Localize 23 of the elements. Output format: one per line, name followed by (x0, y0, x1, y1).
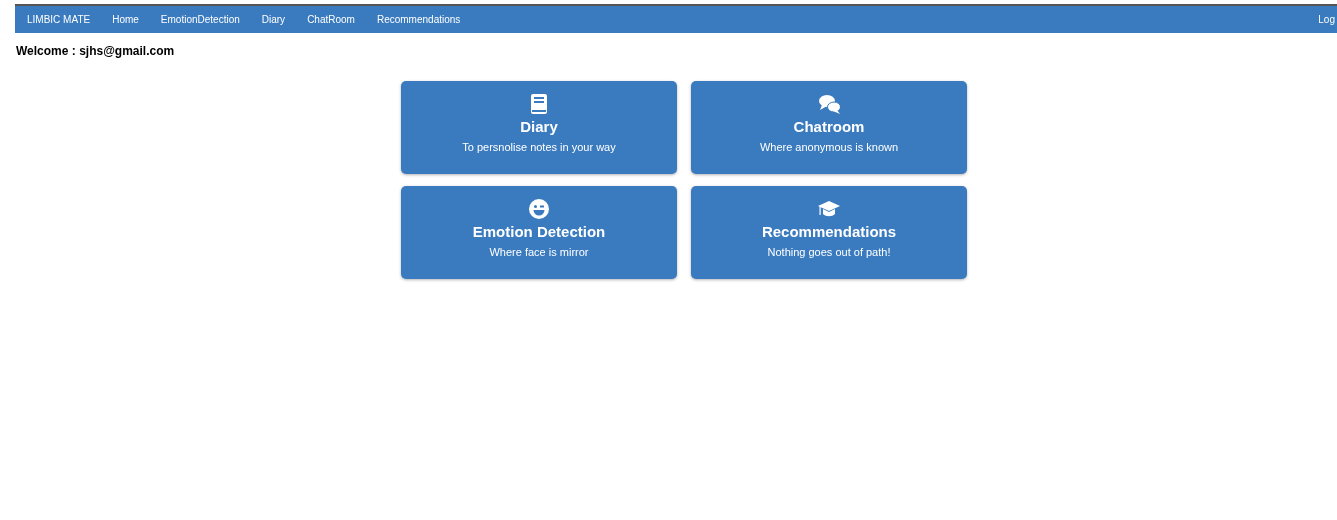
welcome-text: Welcome : sjhs@gmail.com (16, 44, 175, 58)
brand-link[interactable]: LIMBIC MATE (27, 14, 91, 25)
card-subtitle: Where anonymous is known (759, 141, 899, 153)
feature-card[interactable]: Diary To persnolise notes in your way (401, 81, 677, 174)
card-title: Chatroom (793, 118, 865, 135)
nav-link[interactable]: ChatRoom (307, 14, 355, 25)
chat-bubbles-icon (818, 93, 840, 115)
nav-link[interactable]: Home (112, 14, 139, 25)
nav-link[interactable]: Diary (261, 14, 286, 25)
nav-link[interactable]: Recommendations (376, 14, 461, 25)
card-subtitle: To persnolise notes in your way (462, 141, 616, 153)
smiley-icon (528, 198, 550, 220)
book-icon (528, 93, 550, 115)
card-subtitle: Nothing goes out of path! (767, 246, 891, 258)
feature-card[interactable]: Chatroom Where anonymous is known (691, 81, 967, 174)
card-title: Diary (520, 118, 558, 135)
nav-link[interactable]: Log (1318, 14, 1335, 25)
nav-link[interactable]: EmotionDetection (160, 14, 240, 25)
feature-card[interactable]: Recommendations Nothing goes out of path! (691, 186, 967, 279)
feature-card[interactable]: Emotion Detection Where face is mirror (401, 186, 677, 279)
card-title: Emotion Detection (472, 223, 606, 240)
card-title: Recommendations (761, 223, 897, 240)
card-subtitle: Where face is mirror (489, 246, 589, 258)
